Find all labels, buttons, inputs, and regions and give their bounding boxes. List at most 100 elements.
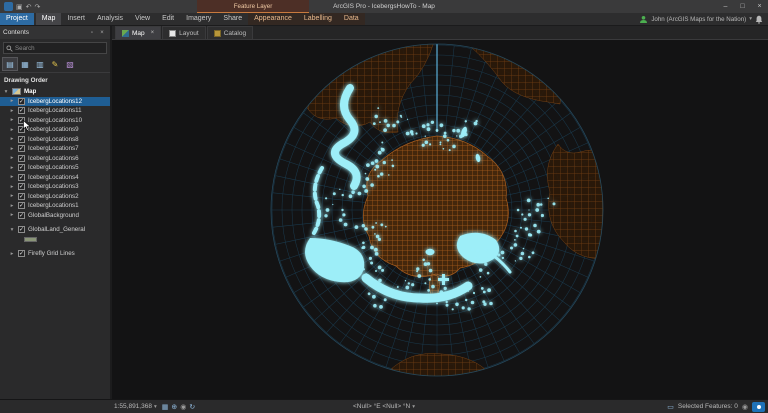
symbology-swatch[interactable]	[24, 237, 37, 242]
layer-visibility-checkbox[interactable]: ✓	[18, 145, 25, 152]
ribbon-tab-insert[interactable]: Insert	[61, 13, 91, 25]
ribbon-tab-imagery[interactable]: Imagery	[180, 13, 217, 25]
view-tab-layout[interactable]: Layout	[162, 26, 206, 39]
ribbon-tab-edit[interactable]: Edit	[156, 13, 180, 25]
layer-visibility-checkbox[interactable]: ✓	[18, 164, 25, 171]
layer-visibility-checkbox[interactable]: ✓	[18, 98, 25, 105]
expander-icon[interactable]: ▸	[9, 108, 15, 114]
expander-icon[interactable]: ▸	[9, 251, 15, 257]
save-button[interactable]: ▣	[16, 3, 23, 11]
layer-visibility-checkbox[interactable]: ✓	[18, 226, 25, 233]
layer-visibility-checkbox[interactable]: ✓	[18, 136, 25, 143]
layer-row-iceberglocations9[interactable]: ▸✓IcebergLocations9	[0, 125, 110, 135]
pause-drawing-icon[interactable]: ◉	[180, 403, 186, 411]
view-tab-catalog[interactable]: Catalog	[207, 26, 253, 39]
refresh-map-icon[interactable]: ↻	[189, 403, 195, 411]
expander-icon[interactable]: ▾	[9, 227, 15, 233]
layer-visibility-checkbox[interactable]: ✓	[18, 193, 25, 200]
layer-row-iceberglocations3[interactable]: ▸✓IcebergLocations3	[0, 182, 110, 192]
expander-icon[interactable]: ▸	[9, 203, 15, 209]
layer-visibility-checkbox[interactable]: ✓	[18, 212, 25, 219]
selection-icon[interactable]: ▭	[667, 403, 674, 411]
layer-row-map[interactable]: ▾Map	[0, 87, 110, 97]
notifications-status-button[interactable]	[752, 402, 765, 412]
view-tabs: Map×LayoutCatalog	[112, 26, 768, 40]
search-input[interactable]	[15, 45, 104, 52]
layer-visibility-checkbox[interactable]: ✓	[18, 117, 25, 124]
list-by-labeling-icon[interactable]: ▧	[63, 58, 77, 70]
contextual-tab-group-header: Feature Layer	[197, 0, 309, 13]
layer-visibility-checkbox[interactable]: ✓	[18, 250, 25, 257]
layer-visibility-checkbox[interactable]: ✓	[18, 183, 25, 190]
search-box	[3, 42, 107, 54]
expander-icon[interactable]: ▸	[9, 212, 15, 218]
layer-visibility-checkbox[interactable]: ✓	[18, 107, 25, 114]
expander-icon[interactable]: ▸	[9, 136, 15, 142]
layer-row-globalbackground[interactable]: ▸✓GlobalBackground	[0, 211, 110, 221]
layer-visibility-status-icon[interactable]: ▦	[162, 403, 169, 411]
expander-icon[interactable]: ▸	[9, 98, 15, 104]
list-by-selection-icon[interactable]: ▥	[33, 58, 47, 70]
expander-icon[interactable]: ▸	[9, 165, 15, 171]
layer-row-iceberglocations10[interactable]: ▸✓IcebergLocations10	[0, 116, 110, 126]
search-icon	[6, 45, 13, 52]
layer-row-iceberglocations4[interactable]: ▸✓IcebergLocations4	[0, 173, 110, 183]
ribbon-tab-view[interactable]: View	[129, 13, 156, 25]
close-button[interactable]: ×	[751, 0, 768, 13]
layer-row-iceberglocations2[interactable]: ▸✓IcebergLocations2	[0, 192, 110, 202]
undo-button[interactable]: ↶	[26, 3, 32, 11]
layer-row-iceberglocations6[interactable]: ▸✓IcebergLocations6	[0, 154, 110, 164]
pane-dock-icon[interactable]: ▫	[87, 30, 97, 36]
list-by-drawing-order-icon[interactable]: ▤	[3, 58, 17, 70]
ribbon-tab-share[interactable]: Share	[217, 13, 248, 25]
map-view[interactable]	[112, 40, 768, 399]
expander-icon[interactable]: ▸	[9, 193, 15, 199]
layer-row-iceberglocations5[interactable]: ▸✓IcebergLocations5	[0, 163, 110, 173]
ribbon-tab-analysis[interactable]: Analysis	[91, 13, 129, 25]
layer-visibility-checkbox[interactable]: ✓	[18, 155, 25, 162]
expander-icon[interactable]: ▸	[9, 184, 15, 190]
layer-visibility-checkbox[interactable]: ✓	[18, 174, 25, 181]
coordinates-display[interactable]: <Null> °E <Null> °N ▾	[353, 403, 415, 410]
ribbon-tab-labelling[interactable]: Labelling	[298, 13, 338, 25]
signed-in-user[interactable]: John (ArcGIS Maps for the Nation)	[651, 16, 746, 23]
expander-icon[interactable]: ▸	[9, 146, 15, 152]
antarctica-landmass	[363, 136, 508, 300]
layer-visibility-checkbox[interactable]: ✓	[18, 126, 25, 133]
redo-button[interactable]: ↷	[35, 3, 41, 11]
window-title: ArcGIS Pro - IcebergsHowTo - Map	[333, 0, 435, 13]
expander-icon[interactable]: ▸	[9, 155, 15, 161]
ribbon-tab-project[interactable]: Project	[0, 13, 34, 25]
expander-icon[interactable]: ▸	[9, 117, 15, 123]
notifications-bell-icon[interactable]	[755, 15, 763, 24]
list-by-source-icon[interactable]: ▦	[18, 58, 32, 70]
layer-row-globalland-general[interactable]: ▾✓GlobalLand_General	[0, 225, 110, 235]
globe-icon[interactable]: ◉	[742, 403, 748, 411]
user-avatar-icon	[639, 15, 648, 24]
layer-row-iceberglocations1[interactable]: ▸✓IcebergLocations1	[0, 201, 110, 211]
layer-row-iceberglocations8[interactable]: ▸✓IcebergLocations8	[0, 135, 110, 145]
expander-icon[interactable]: ▾	[3, 89, 9, 95]
view-tab-map[interactable]: Map×	[115, 26, 161, 39]
layer-row-globalland-general-swatch[interactable]	[0, 235, 110, 245]
maximize-button[interactable]: □	[734, 0, 751, 13]
map-scale-dropdown[interactable]: 1:55,891,368 ▾	[114, 403, 157, 410]
layer-visibility-checkbox[interactable]: ✓	[18, 202, 25, 209]
layer-label: IcebergLocations7	[28, 145, 79, 152]
layer-row-firefly-grid-lines[interactable]: ▸✓Firefly Grid Lines	[0, 249, 110, 259]
pane-close-icon[interactable]: ×	[97, 30, 107, 36]
layer-label: IcebergLocations6	[28, 155, 79, 162]
ribbon-tab-data[interactable]: Data	[338, 13, 365, 25]
chevron-down-icon: ▾	[154, 404, 157, 410]
minimize-button[interactable]: –	[717, 0, 734, 13]
ribbon-tab-map[interactable]: Map	[36, 13, 62, 25]
ribbon-tab-appearance[interactable]: Appearance	[248, 13, 298, 25]
layer-row-iceberglocations11[interactable]: ▸✓IcebergLocations11	[0, 106, 110, 116]
layer-row-iceberglocations7[interactable]: ▸✓IcebergLocations7	[0, 144, 110, 154]
expander-icon[interactable]: ▸	[9, 127, 15, 133]
expander-icon[interactable]: ▸	[9, 174, 15, 180]
layer-row-iceberglocations12[interactable]: ▸✓IcebergLocations12	[0, 97, 110, 107]
list-by-editing-icon[interactable]: ✎	[48, 58, 62, 70]
close-icon[interactable]: ×	[151, 30, 155, 36]
snapping-toggle-icon[interactable]: ⊕	[171, 403, 177, 411]
